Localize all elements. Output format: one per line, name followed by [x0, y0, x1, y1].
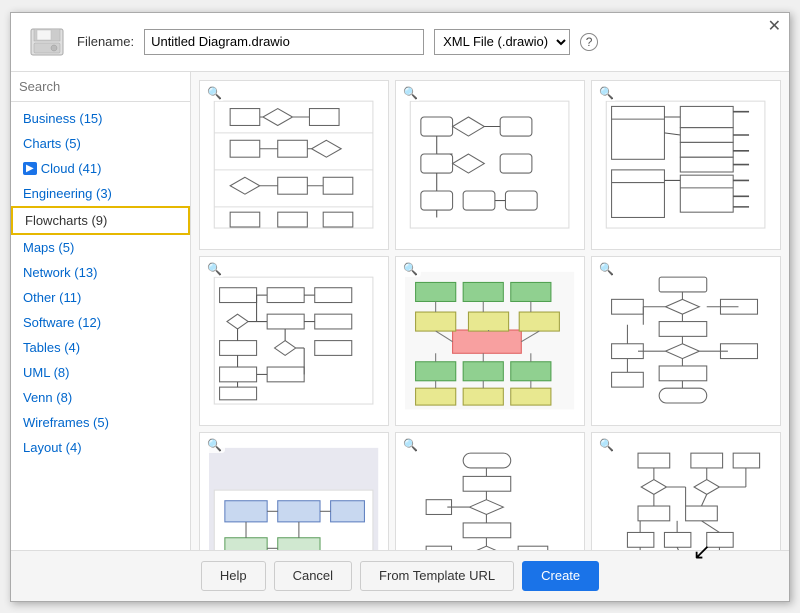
zoom-icon-8: 🔍	[400, 437, 421, 453]
zoom-icon-1: 🔍	[204, 85, 225, 101]
template-url-button[interactable]: From Template URL	[360, 561, 514, 591]
template-grid: 🔍	[191, 72, 789, 550]
sidebar-item-cloud[interactable]: ▶ Cloud (41)	[11, 156, 190, 181]
template-item-4[interactable]: 🔍	[199, 256, 389, 426]
create-button[interactable]: Create	[522, 561, 599, 591]
sidebar-item-wireframes[interactable]: Wireframes (5)	[11, 410, 190, 435]
footer: Help Cancel From Template URL Create ↙	[11, 550, 789, 601]
template-item-9[interactable]: 🔍	[591, 432, 781, 550]
sidebar: 🔍 Business (15) Charts (5) ▶ Cloud (41) …	[11, 72, 191, 550]
filename-input[interactable]	[144, 29, 424, 55]
zoom-icon-4: 🔍	[204, 261, 225, 277]
sidebar-item-maps[interactable]: Maps (5)	[11, 235, 190, 260]
filename-label: Filename:	[77, 34, 134, 49]
sidebar-item-flowcharts[interactable]: Flowcharts (9)	[11, 206, 190, 235]
zoom-icon-5: 🔍	[400, 261, 421, 277]
sidebar-item-charts[interactable]: Charts (5)	[11, 131, 190, 156]
zoom-icon-9: 🔍	[596, 437, 617, 453]
template-item-3[interactable]: 🔍	[591, 80, 781, 250]
cancel-button[interactable]: Cancel	[274, 561, 352, 591]
header-row: Filename: XML File (.drawio) PNG File (.…	[11, 13, 789, 72]
new-diagram-dialog: ✕ Filename: XML File (.drawio) PNG File …	[10, 12, 790, 602]
template-item-2[interactable]: 🔍	[395, 80, 585, 250]
filetype-select[interactable]: XML File (.drawio) PNG File (.png) SVG F…	[434, 29, 570, 55]
template-item-8[interactable]: 🔍	[395, 432, 585, 550]
help-circle-icon[interactable]: ?	[580, 33, 598, 51]
template-item-5[interactable]: 🔍	[395, 256, 585, 426]
sidebar-item-venn[interactable]: Venn (8)	[11, 385, 190, 410]
sidebar-item-engineering[interactable]: Engineering (3)	[11, 181, 190, 206]
zoom-icon-2: 🔍	[400, 85, 421, 101]
sidebar-item-software[interactable]: Software (12)	[11, 310, 190, 335]
sidebar-item-layout[interactable]: Layout (4)	[11, 435, 190, 460]
template-item-7[interactable]: 🔍	[199, 432, 389, 550]
zoom-icon-3: 🔍	[596, 85, 617, 101]
sidebar-item-uml[interactable]: UML (8)	[11, 360, 190, 385]
template-item-6[interactable]: 🔍	[591, 256, 781, 426]
disk-icon	[27, 25, 67, 59]
category-list: Business (15) Charts (5) ▶ Cloud (41) En…	[11, 102, 190, 550]
sidebar-item-network[interactable]: Network (13)	[11, 260, 190, 285]
zoom-icon-7: 🔍	[204, 437, 225, 453]
cloud-badge: ▶	[23, 162, 37, 175]
sidebar-item-tables[interactable]: Tables (4)	[11, 335, 190, 360]
close-button[interactable]: ✕	[768, 19, 781, 35]
search-input[interactable]	[19, 79, 191, 94]
zoom-icon-6: 🔍	[596, 261, 617, 277]
sidebar-item-other[interactable]: Other (11)	[11, 285, 190, 310]
sidebar-item-business[interactable]: Business (15)	[11, 106, 190, 131]
search-container: 🔍	[11, 72, 190, 102]
template-item-1[interactable]: 🔍	[199, 80, 389, 250]
main-content: 🔍 Business (15) Charts (5) ▶ Cloud (41) …	[11, 72, 789, 550]
arrow-hint: ↙	[693, 539, 711, 565]
help-button[interactable]: Help	[201, 561, 266, 591]
